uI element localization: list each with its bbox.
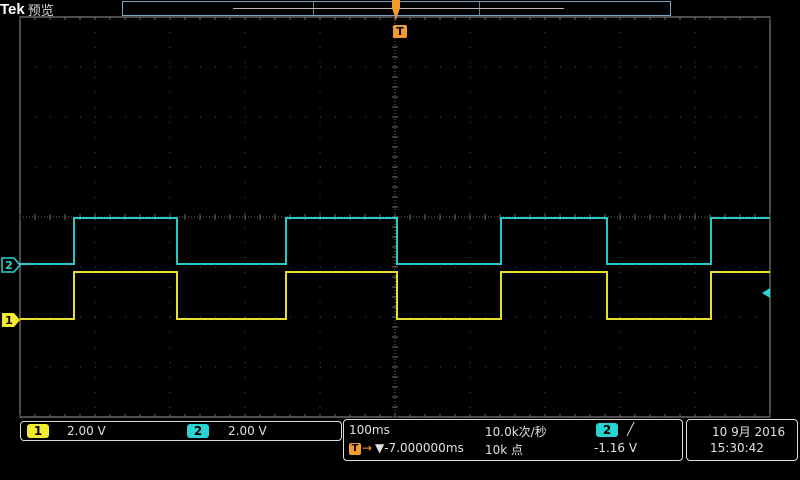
ch1-badge[interactable]: 1 (27, 424, 49, 438)
ch2-offset-marker[interactable]: 2 (1, 257, 21, 273)
trigger-marker-label: T (396, 25, 404, 38)
time-value: 15:30:42 (710, 441, 764, 455)
trigger-position-icon: T (349, 443, 361, 455)
trigger-position-marker[interactable]: T (392, 0, 407, 38)
trigger-level-marker[interactable] (762, 288, 770, 298)
ch2-scale: 2.00 V (228, 424, 267, 438)
record-length-value: 10k 点 (485, 443, 524, 457)
trigger-position-value: ▼-7.000000ms (375, 441, 464, 455)
scope-display: T 2 1 (1, 0, 771, 418)
trigger-arrow-icon: → (362, 441, 373, 455)
ch2-marker-label: 2 (5, 259, 13, 272)
ch1-marker-label: 1 (5, 314, 13, 327)
horizontal-trigger-panel[interactable]: 100ms 10.0k次/秒 2 ╱ T → ▼-7.000000ms 10k … (343, 419, 683, 461)
datetime-panel: 10 9月 2016 15:30:42 (686, 419, 798, 461)
sample-rate-value: 10.0k次/秒 (485, 425, 547, 439)
ch1-offset-marker[interactable]: 1 (2, 313, 20, 327)
channel-scale-panel[interactable]: 1 2.00 V 2 2.00 V (20, 421, 342, 441)
date-value: 10 9月 2016 (712, 425, 786, 439)
ch2-badge[interactable]: 2 (187, 424, 209, 438)
trigger-source-badge[interactable]: 2 (596, 423, 618, 437)
ch1-scale: 2.00 V (67, 424, 106, 438)
timebase-value: 100ms (349, 423, 390, 437)
trigger-slope-icon: ╱ (627, 422, 635, 436)
trigger-level-value: -1.16 V (594, 441, 638, 455)
